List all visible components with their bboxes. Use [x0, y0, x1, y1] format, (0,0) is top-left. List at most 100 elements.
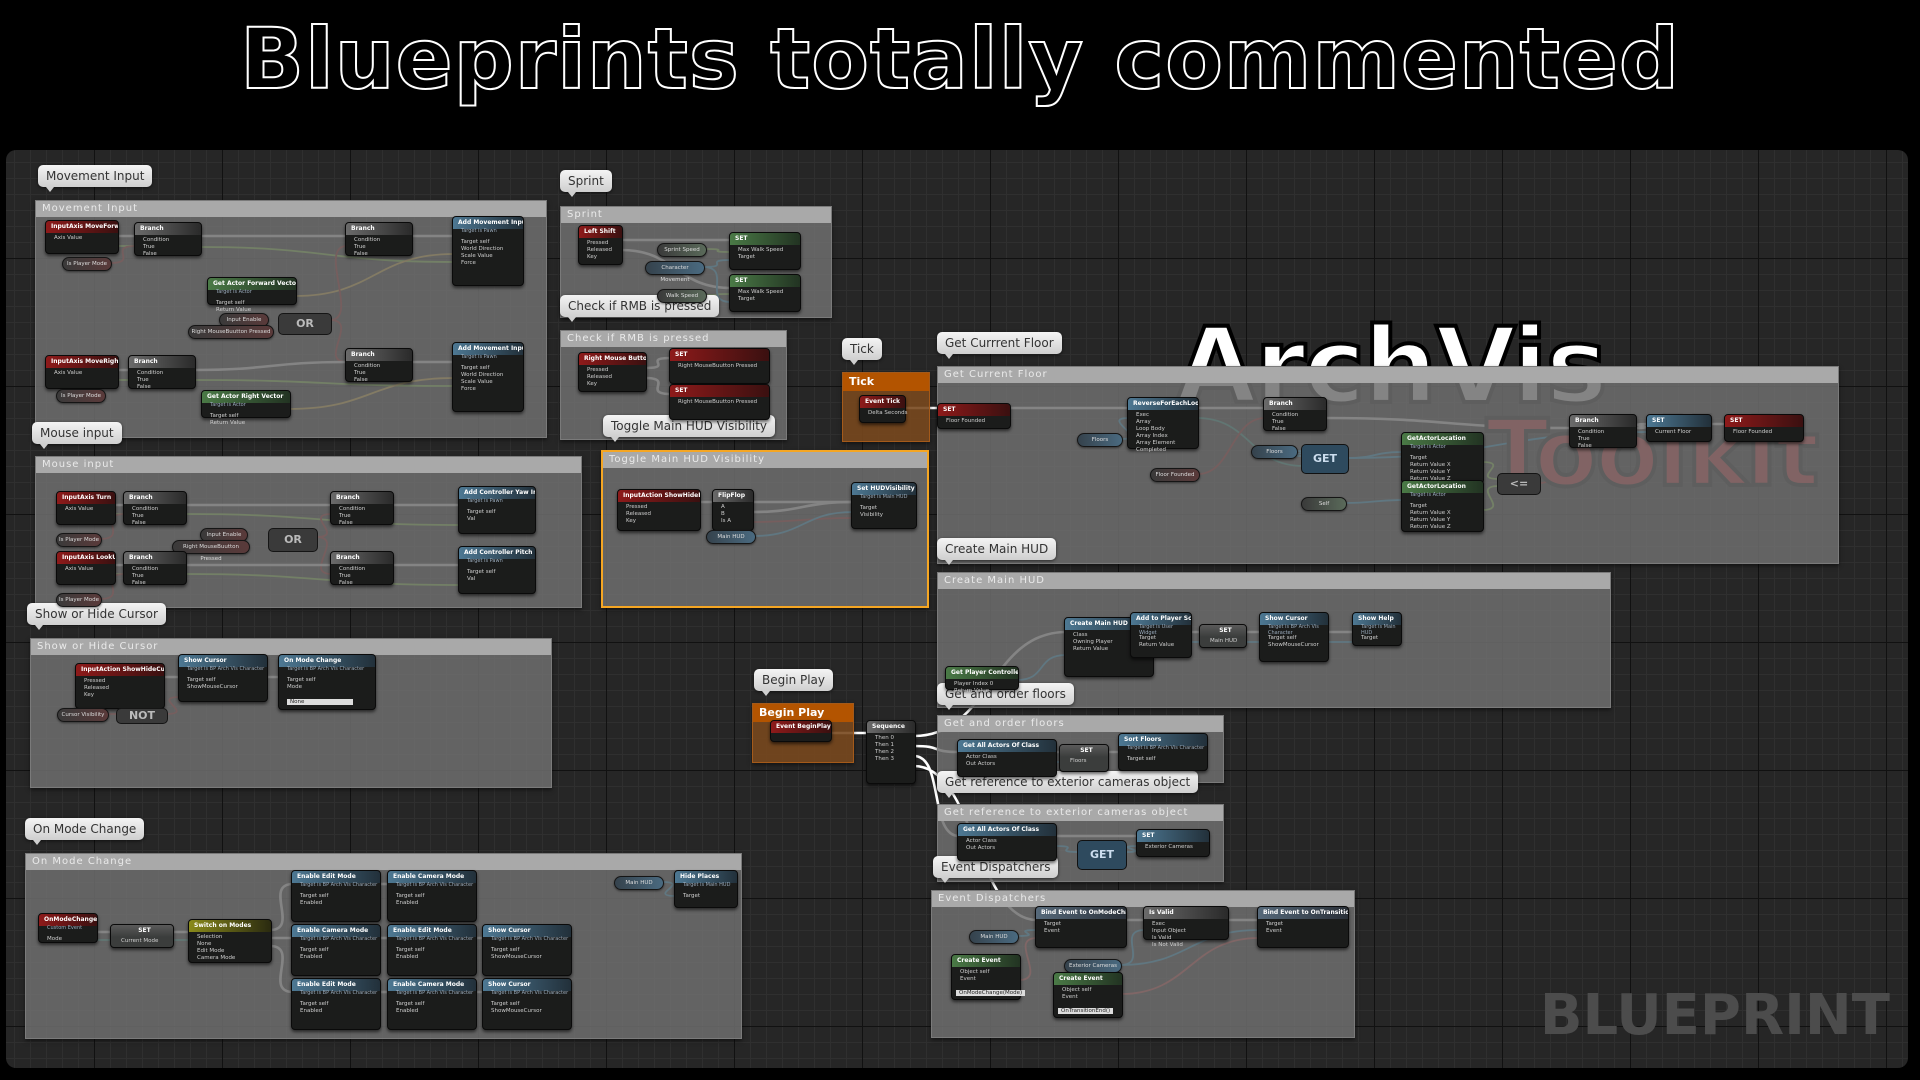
pin-label[interactable]: True: [137, 377, 149, 383]
node-mv-branch2[interactable]: Branch Condition True False: [345, 222, 413, 257]
node-mv-isplayer2[interactable]: Is Player Mode: [56, 389, 106, 403]
pin-label[interactable]: Enabled: [396, 954, 418, 960]
pin-label[interactable]: Condition: [339, 506, 365, 512]
node-mv-right[interactable]: InputAxis MoveRight Axis Value: [45, 355, 119, 389]
node-ms-yaw[interactable]: Add Controller Yaw InputTarget is PawnTa…: [458, 486, 536, 534]
pin-label[interactable]: Out Actors: [966, 761, 995, 767]
node-mc-hideplaces[interactable]: Hide Places Target is Main HUD Target: [674, 870, 738, 908]
node-ec-getall[interactable]: Get All Actors Of Class Actor Class Out Ac…: [957, 823, 1057, 861]
pin-label[interactable]: False: [132, 580, 146, 586]
pin-label[interactable]: Object self: [960, 969, 989, 975]
comment-title[interactable]: Get reference to exterior cameras object: [938, 805, 1223, 821]
pin-label[interactable]: B: [721, 511, 725, 517]
pin-label[interactable]: Scale Value: [461, 253, 493, 259]
pin-label[interactable]: Key: [84, 692, 94, 698]
pin-label[interactable]: Val: [467, 516, 475, 522]
pin-label[interactable]: Target self: [491, 1001, 519, 1007]
pin-label[interactable]: Current Mode: [121, 938, 158, 944]
node-sp-walk[interactable]: Walk Speed: [657, 289, 707, 303]
pin-label[interactable]: Target self: [300, 1001, 328, 1007]
pin-label[interactable]: Released: [626, 511, 651, 517]
node-mv-or[interactable]: OR: [278, 313, 332, 335]
node-mc-r1a[interactable]: Enable Edit Mode Target is BP Arch Vis Ch…: [291, 870, 381, 922]
node-mc-r2b[interactable]: Enable Edit Mode Target is BP Arch Vis Ch…: [387, 924, 477, 976]
pin-label[interactable]: Enabled: [396, 1008, 418, 1014]
pin-label[interactable]: Condition: [137, 370, 163, 376]
pin-label[interactable]: Return Value: [210, 420, 245, 426]
node-fl-self[interactable]: Self: [1301, 497, 1347, 511]
node-mv-isplayer1[interactable]: Is Player Mode: [62, 257, 112, 271]
pin-label[interactable]: True: [143, 244, 155, 250]
pin-label[interactable]: Target self: [461, 239, 489, 245]
node-tick-event[interactable]: Event Tick Delta Seconds: [859, 395, 908, 423]
pin-label[interactable]: Force: [461, 260, 476, 266]
node-hud-setvis[interactable]: Set HUDVisibility Target is Main HUD Targe…: [851, 482, 917, 529]
pin-label[interactable]: Selection: [197, 934, 222, 940]
pin-label[interactable]: Return Value X: [1410, 510, 1451, 516]
pin-label[interactable]: Condition: [143, 237, 169, 243]
pin-label[interactable]: True: [339, 573, 351, 579]
pin-label[interactable]: Target self: [491, 947, 519, 953]
node-ms-branch4[interactable]: Branch Condition True False: [330, 551, 394, 586]
pin-label[interactable]: Key: [587, 254, 597, 260]
pin-label[interactable]: Pressed: [626, 504, 647, 510]
pin-label[interactable]: Exec: [1136, 412, 1149, 418]
pin-label[interactable]: Then 2: [875, 749, 894, 755]
node-hud-mainhud[interactable]: Main HUD: [706, 530, 756, 544]
pin-label[interactable]: Right MouseBuutton Pressed: [678, 363, 757, 369]
pin-label[interactable]: Enabled: [300, 954, 322, 960]
node-bp-event[interactable]: Event BeginPlay: [770, 720, 832, 742]
node-ch-pc[interactable]: Get Player Controller Player Index 0 Retur…: [945, 666, 1019, 694]
comment-title[interactable]: Get and order floors: [938, 716, 1223, 732]
pin-label[interactable]: True: [132, 573, 144, 579]
pin-label[interactable]: Actor Class: [966, 754, 997, 760]
node-ms-pitch[interactable]: Add Controller Pitch InputTarget is Pawn…: [458, 546, 536, 594]
pin-label[interactable]: True: [1272, 419, 1284, 425]
node-ms-branch1[interactable]: Branch Condition True False: [123, 491, 187, 526]
pin-label[interactable]: Condition: [1578, 429, 1604, 435]
pin-label[interactable]: Condition: [354, 237, 380, 243]
comment-title[interactable]: Create Main HUD: [938, 573, 1610, 589]
node-cur-action[interactable]: InputAction ShowHideCursor PressedRelease…: [75, 663, 165, 709]
pin-label[interactable]: Val: [467, 576, 475, 582]
pin-label[interactable]: Target: [1139, 635, 1156, 641]
pin-label[interactable]: Return Value: [1073, 646, 1108, 652]
comment-bubble-sprint[interactable]: Sprint: [560, 170, 612, 197]
pin-label[interactable]: Target: [683, 893, 700, 899]
comment-title[interactable]: Sprint: [561, 207, 831, 223]
node-ch-showcursor[interactable]: Show Cursor Target is BP Arch Vis Charact…: [1259, 612, 1329, 662]
pin-label[interactable]: Target self: [467, 569, 495, 575]
pin-label[interactable]: Enabled: [300, 900, 322, 906]
pin-label[interactable]: Key: [626, 518, 636, 524]
node-fl-loc1[interactable]: GetActorLocation Target is Actor Target Ret…: [1401, 432, 1484, 484]
pin-label[interactable]: Target self: [300, 893, 328, 899]
pin-label[interactable]: Enabled: [396, 900, 418, 906]
node-cur-vis[interactable]: Cursor Visibility: [57, 708, 109, 722]
pin-label[interactable]: True: [339, 513, 351, 519]
pin-label[interactable]: Target self: [1127, 756, 1155, 762]
pin-label[interactable]: Mode: [47, 936, 62, 942]
pin-label[interactable]: Is A: [721, 518, 731, 524]
node-mv-rmbpressed[interactable]: Right MouseBuutton Pressed: [188, 325, 274, 339]
pin-label[interactable]: Array: [1136, 419, 1151, 425]
pin-label[interactable]: Then 3: [875, 756, 894, 762]
pin-label[interactable]: Out Actors: [966, 845, 995, 851]
pin-label[interactable]: Target: [1266, 921, 1283, 927]
comment-bubble-movement[interactable]: Movement Input: [38, 165, 153, 192]
node-ch-add[interactable]: Add to Player ScreenTarget is User Widge…: [1130, 612, 1192, 658]
comment-title[interactable]: Movement Input: [36, 201, 546, 217]
comment-title[interactable]: On Mode Change: [26, 854, 741, 870]
pin-label[interactable]: Target self: [396, 893, 424, 899]
node-ms-turn[interactable]: InputAxis Turn Axis Value: [56, 491, 116, 525]
pin-label[interactable]: Enabled: [300, 1008, 322, 1014]
node-ed-create2[interactable]: Create Event Object self Event OnTransition…: [1053, 972, 1123, 1018]
node-ms-lookup[interactable]: InputAxis LookUp Axis Value: [56, 551, 116, 585]
pin-label[interactable]: Released: [587, 374, 612, 380]
node-mv-add2[interactable]: Add Movement Input Target is Pawn Target s…: [452, 342, 524, 412]
pin-label[interactable]: Condition: [1272, 412, 1298, 418]
comment-bubble-beginplay[interactable]: Begin Play: [754, 669, 834, 696]
node-hud-flip[interactable]: FlipFlop A B Is A: [712, 489, 754, 531]
pin-label[interactable]: Return Value: [954, 688, 989, 694]
pin-label[interactable]: Array Element: [1136, 440, 1175, 446]
pin-label[interactable]: False: [339, 580, 353, 586]
